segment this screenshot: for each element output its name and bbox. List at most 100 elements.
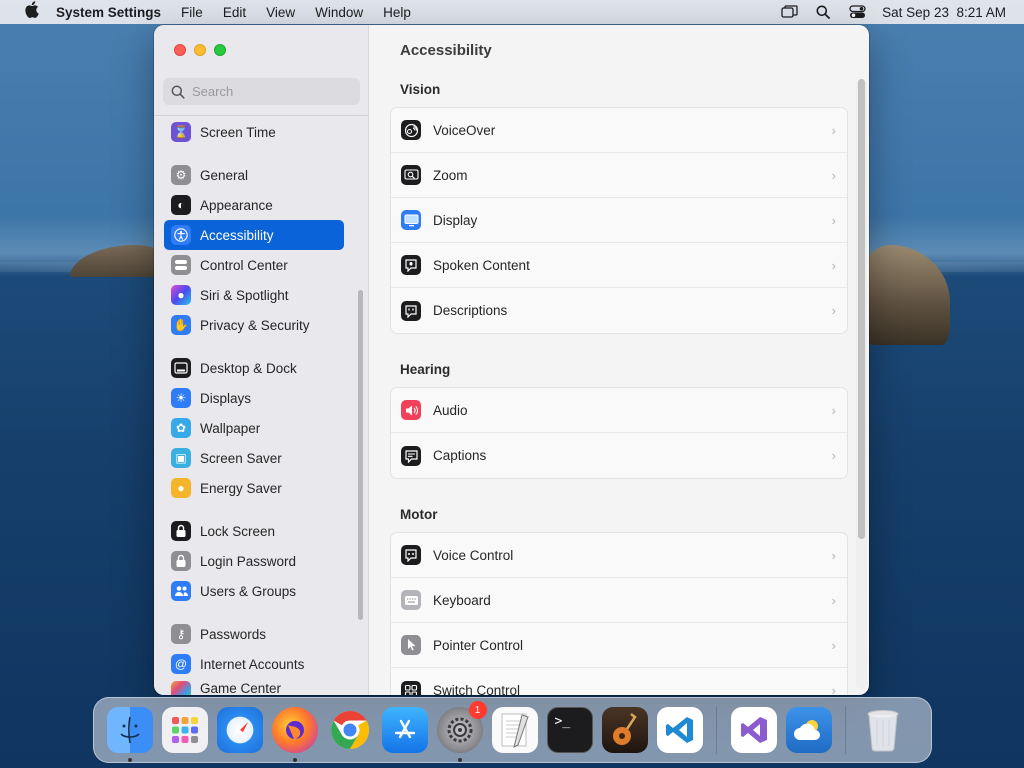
dock-launchpad[interactable] bbox=[161, 707, 208, 753]
vision-group: VoiceOver › Zoom › Display › Spoken Cont… bbox=[390, 107, 848, 334]
row-label: VoiceOver bbox=[433, 122, 496, 138]
sidebar-item-label: General bbox=[200, 167, 249, 183]
sidebar-item-displays[interactable]: ☀ Displays bbox=[164, 383, 344, 413]
menu-file[interactable]: File bbox=[171, 5, 213, 20]
sidebar-item-label: Privacy & Security bbox=[200, 317, 310, 333]
spoken-content-icon bbox=[401, 255, 421, 275]
descriptions-icon bbox=[401, 300, 421, 321]
sidebar-item-label: Siri & Spotlight bbox=[200, 287, 289, 303]
dock-firefox[interactable] bbox=[271, 707, 318, 762]
row-descriptions[interactable]: Descriptions › bbox=[391, 288, 847, 333]
visual-studio-icon bbox=[740, 717, 767, 743]
close-window-button[interactable] bbox=[174, 44, 186, 56]
section-title-motor: Motor bbox=[400, 507, 438, 522]
sidebar-item-screen-saver[interactable]: ▣ Screen Saver bbox=[164, 443, 344, 473]
row-label: Captions bbox=[433, 448, 487, 463]
gear-icon: ⚙ bbox=[171, 165, 191, 185]
launchpad-icon bbox=[171, 717, 198, 743]
sidebar-item-screen-time[interactable]: ⌛ Screen Time bbox=[164, 117, 344, 147]
menubar-clock[interactable]: Sat Sep 23 8:21 AM bbox=[882, 5, 1006, 20]
sidebar-item-energy-saver[interactable]: ● Energy Saver bbox=[164, 473, 344, 503]
app-name-menu[interactable]: System Settings bbox=[48, 5, 171, 20]
vscode-icon bbox=[665, 717, 693, 743]
section-title-vision: Vision bbox=[400, 82, 441, 97]
dock-app-store[interactable] bbox=[381, 707, 428, 753]
lock-icon bbox=[171, 521, 191, 541]
menu-view[interactable]: View bbox=[256, 5, 305, 20]
row-zoom[interactable]: Zoom › bbox=[391, 153, 847, 198]
zoom-window-button[interactable] bbox=[214, 44, 226, 56]
dock-garageband[interactable] bbox=[601, 707, 648, 753]
system-settings-window: Search ⌛ Screen Time ⚙ General ◐ Appeara… bbox=[154, 25, 869, 695]
row-voiceover[interactable]: VoiceOver › bbox=[391, 108, 847, 153]
dock-finder[interactable] bbox=[106, 707, 153, 762]
row-pointer-control[interactable]: Pointer Control › bbox=[391, 623, 847, 668]
dock-visual-studio[interactable] bbox=[730, 707, 777, 753]
row-keyboard[interactable]: Keyboard › bbox=[391, 578, 847, 623]
accessibility-icon bbox=[171, 225, 191, 245]
sidebar-item-label: Screen Time bbox=[200, 124, 276, 140]
sidebar-item-privacy-security[interactable]: ✋ Privacy & Security bbox=[164, 310, 344, 340]
sidebar-item-game-center[interactable]: Game Center bbox=[164, 677, 344, 695]
sidebar-item-general[interactable]: ⚙ General bbox=[164, 160, 344, 190]
row-label: Display bbox=[433, 212, 478, 228]
content-scrollbar[interactable] bbox=[858, 79, 865, 539]
finder-icon bbox=[119, 716, 140, 744]
chevron-right-icon: › bbox=[831, 403, 836, 418]
chevron-right-icon: › bbox=[831, 303, 836, 318]
traffic-lights bbox=[174, 44, 226, 56]
screensaver-icon: ▣ bbox=[171, 448, 191, 468]
row-switch-control[interactable]: Switch Control › bbox=[391, 668, 847, 695]
users-icon bbox=[171, 581, 191, 601]
sidebar-item-login-password[interactable]: Login Password bbox=[164, 546, 344, 576]
row-audio[interactable]: Audio › bbox=[391, 388, 847, 433]
screen-mirroring-icon[interactable] bbox=[780, 5, 798, 19]
row-voice-control[interactable]: Voice Control › bbox=[391, 533, 847, 578]
spotlight-search-icon[interactable] bbox=[814, 5, 832, 19]
dock-divider bbox=[845, 706, 846, 754]
motor-group: Voice Control › Keyboard › Pointer Contr… bbox=[390, 532, 848, 695]
row-label: Pointer Control bbox=[433, 637, 524, 653]
sidebar-scrollbar[interactable] bbox=[358, 290, 363, 620]
row-label: Switch Control bbox=[433, 683, 521, 695]
sun-icon: ☀ bbox=[171, 388, 191, 408]
sidebar-item-users-groups[interactable]: Users & Groups bbox=[164, 576, 344, 606]
chevron-right-icon: › bbox=[831, 638, 836, 653]
dock-trash[interactable] bbox=[860, 707, 906, 753]
search-icon bbox=[171, 85, 185, 99]
sidebar-item-appearance[interactable]: ◐ Appearance bbox=[164, 190, 344, 220]
dock-terminal[interactable]: >_ bbox=[546, 707, 593, 753]
sidebar-item-accessibility[interactable]: Accessibility bbox=[164, 220, 344, 250]
sidebar-item-desktop-dock[interactable]: Desktop & Dock bbox=[164, 353, 344, 383]
row-captions[interactable]: Captions › bbox=[391, 433, 847, 478]
sidebar-item-label: Internet Accounts bbox=[200, 656, 305, 672]
row-label: Zoom bbox=[433, 167, 468, 183]
dock-chrome[interactable] bbox=[327, 707, 373, 753]
chevron-right-icon: › bbox=[831, 258, 836, 273]
sidebar-item-control-center[interactable]: Control Center bbox=[164, 250, 344, 280]
minimize-window-button[interactable] bbox=[194, 44, 206, 56]
chevron-right-icon: › bbox=[831, 548, 836, 563]
dock-system-settings[interactable]: 1 bbox=[436, 701, 487, 762]
menu-bar: System Settings File Edit View Window He… bbox=[0, 0, 1024, 24]
menu-edit[interactable]: Edit bbox=[213, 5, 256, 20]
dock-safari[interactable] bbox=[216, 707, 263, 753]
row-display[interactable]: Display › bbox=[391, 198, 847, 243]
sidebar-item-internet-accounts[interactable]: @ Internet Accounts bbox=[164, 649, 344, 679]
chevron-right-icon: › bbox=[831, 448, 836, 463]
sidebar-item-siri-spotlight[interactable]: ● Siri & Spotlight bbox=[164, 280, 344, 310]
sidebar-item-label: Energy Saver bbox=[200, 480, 282, 496]
dock-vscode[interactable] bbox=[656, 707, 703, 753]
dock-weather[interactable] bbox=[785, 707, 832, 753]
apple-menu-icon[interactable] bbox=[14, 1, 48, 23]
sidebar-item-lock-screen[interactable]: Lock Screen bbox=[164, 516, 344, 546]
search-field[interactable]: Search bbox=[163, 78, 360, 105]
row-spoken-content[interactable]: Spoken Content › bbox=[391, 243, 847, 288]
sidebar-item-wallpaper[interactable]: ✿ Wallpaper bbox=[164, 413, 344, 443]
menu-window[interactable]: Window bbox=[305, 5, 373, 20]
sidebar-item-passwords[interactable]: ⚷ Passwords bbox=[164, 619, 344, 649]
control-center-icon[interactable] bbox=[848, 5, 866, 19]
menu-help[interactable]: Help bbox=[373, 5, 421, 20]
dock-textedit[interactable] bbox=[491, 707, 538, 753]
trash-icon bbox=[867, 710, 898, 752]
